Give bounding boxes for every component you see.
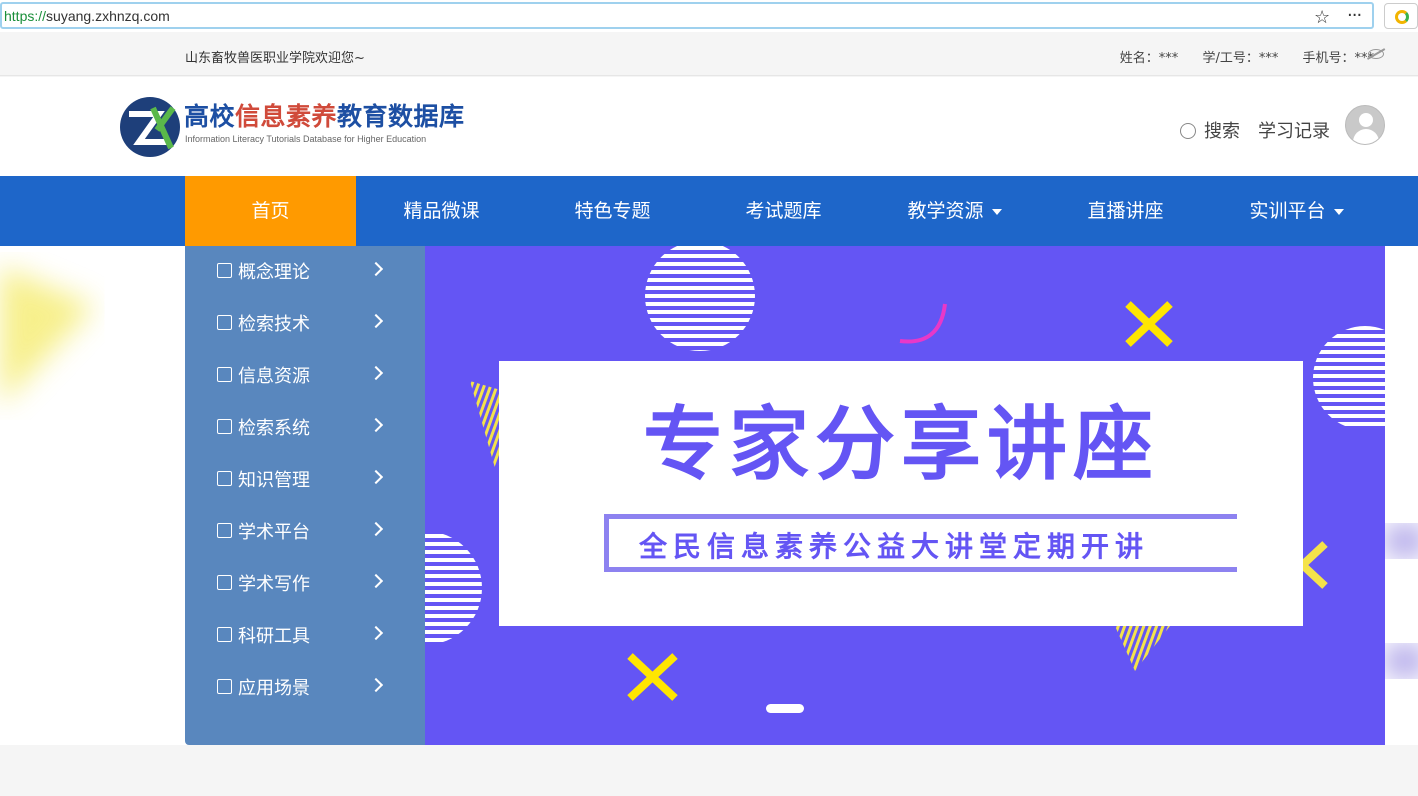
logo-icon[interactable] <box>119 96 181 158</box>
banner-title: 专家分享讲座 <box>643 398 1159 491</box>
document-icon <box>217 263 232 278</box>
sidebar-item-label: 检索技术 <box>238 314 310 335</box>
chevron-right-icon <box>368 469 384 485</box>
sidebar-item-label: 应用场景 <box>238 678 310 699</box>
sidebar-item-research-tools[interactable]: 科研工具 <box>185 610 425 662</box>
nav-label: 实训平台 <box>1249 200 1326 222</box>
star-icon[interactable]: ☆ <box>1314 7 1330 28</box>
logo-subtitle: Information Literacy Tutorials Database … <box>185 134 427 144</box>
page-footer-area <box>0 745 1418 796</box>
more-icon[interactable]: ··· <box>1347 5 1362 26</box>
url-scheme: https:// <box>4 8 47 24</box>
nav-label: 首页 <box>251 200 290 222</box>
avatar[interactable] <box>1345 105 1385 145</box>
user-id: 学/工号：*** <box>1202 51 1279 66</box>
nav-label: 教学资源 <box>907 200 984 222</box>
extension-icon <box>1395 10 1409 24</box>
nav-item-teaching-resources[interactable]: 教学资源 <box>869 176 1040 246</box>
hero-banner[interactable]: 专家分享讲座 全民信息素养公益大讲堂定期开讲 <box>425 246 1385 745</box>
sidebar-item-label: 学术平台 <box>238 522 310 543</box>
sidebar-item-label: 概念理论 <box>238 262 310 283</box>
chart-icon <box>217 419 232 434</box>
eye-hidden-icon[interactable] <box>1368 49 1384 59</box>
banner-subtitle: 全民信息素养公益大讲堂定期开讲 <box>639 530 1150 563</box>
nav-label: 考试题库 <box>745 200 822 222</box>
nav-item-topics[interactable]: 特色专题 <box>527 176 698 246</box>
sidebar-item-knowledge-mgmt[interactable]: 知识管理 <box>185 454 425 506</box>
main-nav: 首页 精品微课 特色专题 考试题库 教学资源 直播讲座 实训平台 <box>0 176 1418 246</box>
edit-doc-icon <box>217 575 232 590</box>
chevron-right-icon <box>368 573 384 589</box>
banner-card: 专家分享讲座 全民信息素养公益大讲堂定期开讲 <box>499 361 1303 626</box>
sidebar-item-label: 学术写作 <box>238 574 310 595</box>
avatar-body <box>1353 129 1379 144</box>
sidebar-item-search-systems[interactable]: 检索系统 <box>185 402 425 454</box>
chevron-right-icon <box>368 365 384 381</box>
sidebar-item-search-tech[interactable]: 检索技术 <box>185 298 425 350</box>
logo-title-part: 教育数据库 <box>337 102 465 131</box>
user-phone: 手机号：*** <box>1302 51 1374 66</box>
study-history-link[interactable]: 学习记录 <box>1258 117 1330 143</box>
address-bar[interactable]: https://suyang.zxhnzq.com ☆ ··· <box>0 2 1374 29</box>
chevron-down-icon <box>991 208 1002 215</box>
user-name: 姓名：*** <box>1119 51 1179 66</box>
sidebar-item-academic-platform[interactable]: 学术平台 <box>185 506 425 558</box>
nav-item-live-lectures[interactable]: 直播讲座 <box>1040 176 1211 246</box>
search-link[interactable]: 搜索 <box>1180 117 1240 143</box>
files-icon <box>217 367 232 382</box>
avatar-head <box>1359 113 1373 127</box>
url-host: suyang.zxhnzq.com <box>46 8 170 24</box>
search-icon <box>1180 123 1196 139</box>
nav-label: 精品微课 <box>403 200 480 222</box>
logo-title-part: 信息素养 <box>235 102 338 131</box>
sidebar-item-academic-writing[interactable]: 学术写作 <box>185 558 425 610</box>
search-doc-icon <box>217 315 232 330</box>
sidebar-item-label: 知识管理 <box>238 470 310 491</box>
chevron-right-icon <box>368 521 384 537</box>
nav-label: 直播讲座 <box>1087 200 1164 222</box>
sidebar-item-scenarios[interactable]: 应用场景 <box>185 662 425 714</box>
sidebar-item-info-resources[interactable]: 信息资源 <box>185 350 425 402</box>
welcome-text: 山东畜牧兽医职业学院欢迎您~ <box>185 51 365 66</box>
top-info-bar: 山东畜牧兽医职业学院欢迎您~ 姓名：*** 学/工号：*** 手机号：*** <box>0 32 1418 76</box>
user-info: 姓名：*** 学/工号：*** 手机号：*** <box>1100 47 1374 66</box>
chevron-down-icon <box>1333 208 1344 215</box>
nav-item-exam-bank[interactable]: 考试题库 <box>698 176 869 246</box>
nav-label: 特色专题 <box>574 200 651 222</box>
sidebar-item-label: 信息资源 <box>238 366 310 387</box>
chevron-right-icon <box>368 625 384 641</box>
nav-item-micro-courses[interactable]: 精品微课 <box>356 176 527 246</box>
sidebar-item-label: 科研工具 <box>238 626 310 647</box>
chevron-right-icon <box>368 417 384 433</box>
category-sidebar: 概念理论 检索技术 信息资源 检索系统 知识管理 学术平台 学术写作 科研工具 … <box>185 246 425 745</box>
chevron-right-icon <box>368 313 384 329</box>
browser-toolbar: https://suyang.zxhnzq.com ☆ ··· <box>0 0 1418 32</box>
grid-icon <box>217 679 232 694</box>
nav-item-home[interactable]: 首页 <box>185 176 356 246</box>
certificate-icon <box>217 523 232 538</box>
chevron-right-icon <box>368 261 384 277</box>
logo-title-part: 高校 <box>184 102 236 131</box>
sidebar-item-concept-theory[interactable]: 概念理论 <box>185 246 425 298</box>
search-label: 搜索 <box>1204 121 1240 142</box>
logo-title: 高校信息素养教育数据库 <box>184 97 465 133</box>
site-header: 高校信息素养教育数据库 Information Literacy Tutoria… <box>0 77 1418 176</box>
url-text: https://suyang.zxhnzq.com <box>4 8 170 24</box>
nav-item-training-platform[interactable]: 实训平台 <box>1211 176 1382 246</box>
banner-subtitle-box: 全民信息素养公益大讲堂定期开讲 <box>604 514 1237 572</box>
chevron-right-icon <box>368 677 384 693</box>
layers-icon <box>217 627 232 642</box>
carousel-indicator[interactable] <box>766 704 804 713</box>
extension-button[interactable] <box>1384 3 1418 29</box>
tools-icon <box>217 471 232 486</box>
sidebar-item-label: 检索系统 <box>238 418 310 439</box>
